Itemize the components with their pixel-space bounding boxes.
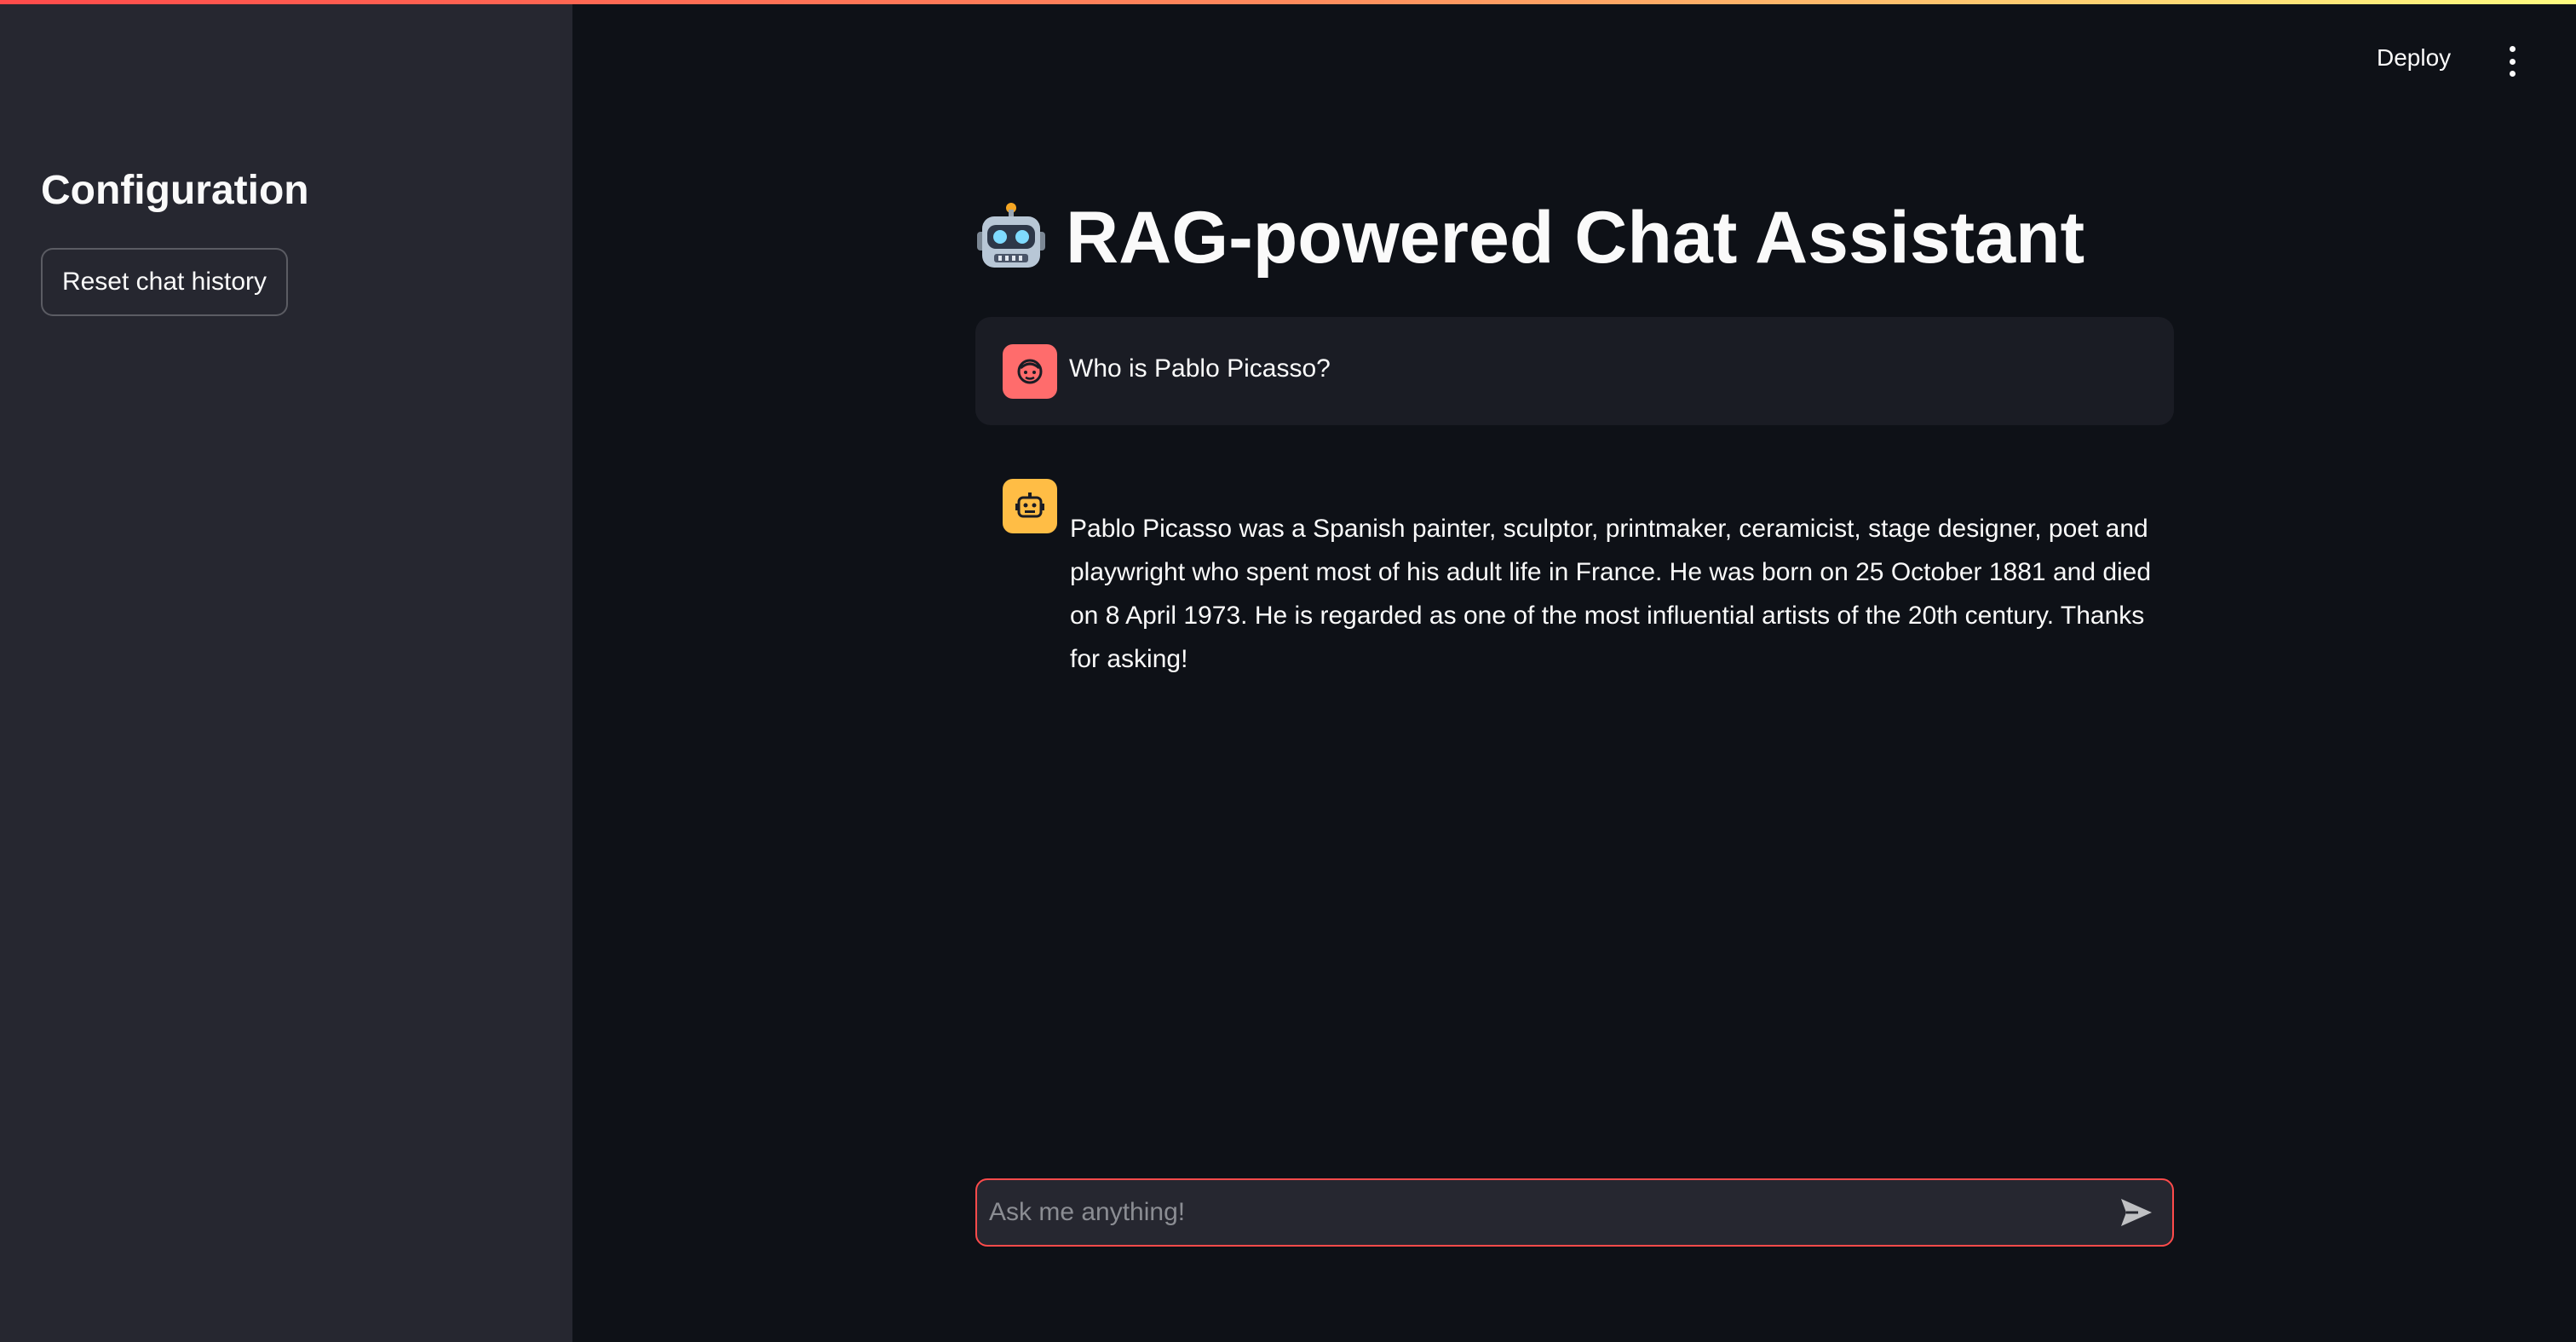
page-title-text: RAG-powered Chat Assistant xyxy=(1066,197,2085,279)
reset-chat-history-button[interactable]: Reset chat history xyxy=(41,248,288,316)
assistant-message-text: Pablo Picasso was a Spanish painter, scu… xyxy=(1070,515,2152,673)
sidebar-title: Configuration xyxy=(41,168,309,213)
user-face-icon xyxy=(1003,344,1057,399)
menu-dot xyxy=(2509,58,2516,65)
robot-face-icon xyxy=(1003,479,1057,533)
sidebar: Configuration Reset chat history xyxy=(0,0,572,1342)
deploy-button[interactable]: Deploy xyxy=(2377,44,2451,72)
vertical-dots-icon[interactable] xyxy=(2500,46,2524,77)
send-icon xyxy=(2121,1199,2152,1226)
chat-input[interactable] xyxy=(989,1180,2096,1245)
chat-message-user: Who is Pablo Picasso? xyxy=(975,317,2174,425)
top-decoration-bar xyxy=(0,0,2576,4)
menu-dot xyxy=(2509,46,2516,52)
send-button[interactable] xyxy=(2118,1195,2155,1230)
robot-emoji-icon xyxy=(975,202,1047,274)
user-message-text: Who is Pablo Picasso? xyxy=(1069,354,1331,383)
app-root: Configuration Reset chat history Deploy xyxy=(0,0,2576,1342)
menu-dot xyxy=(2509,71,2516,77)
page-title: RAG-powered Chat Assistant xyxy=(975,196,2084,280)
chat-input-container xyxy=(975,1178,2174,1247)
